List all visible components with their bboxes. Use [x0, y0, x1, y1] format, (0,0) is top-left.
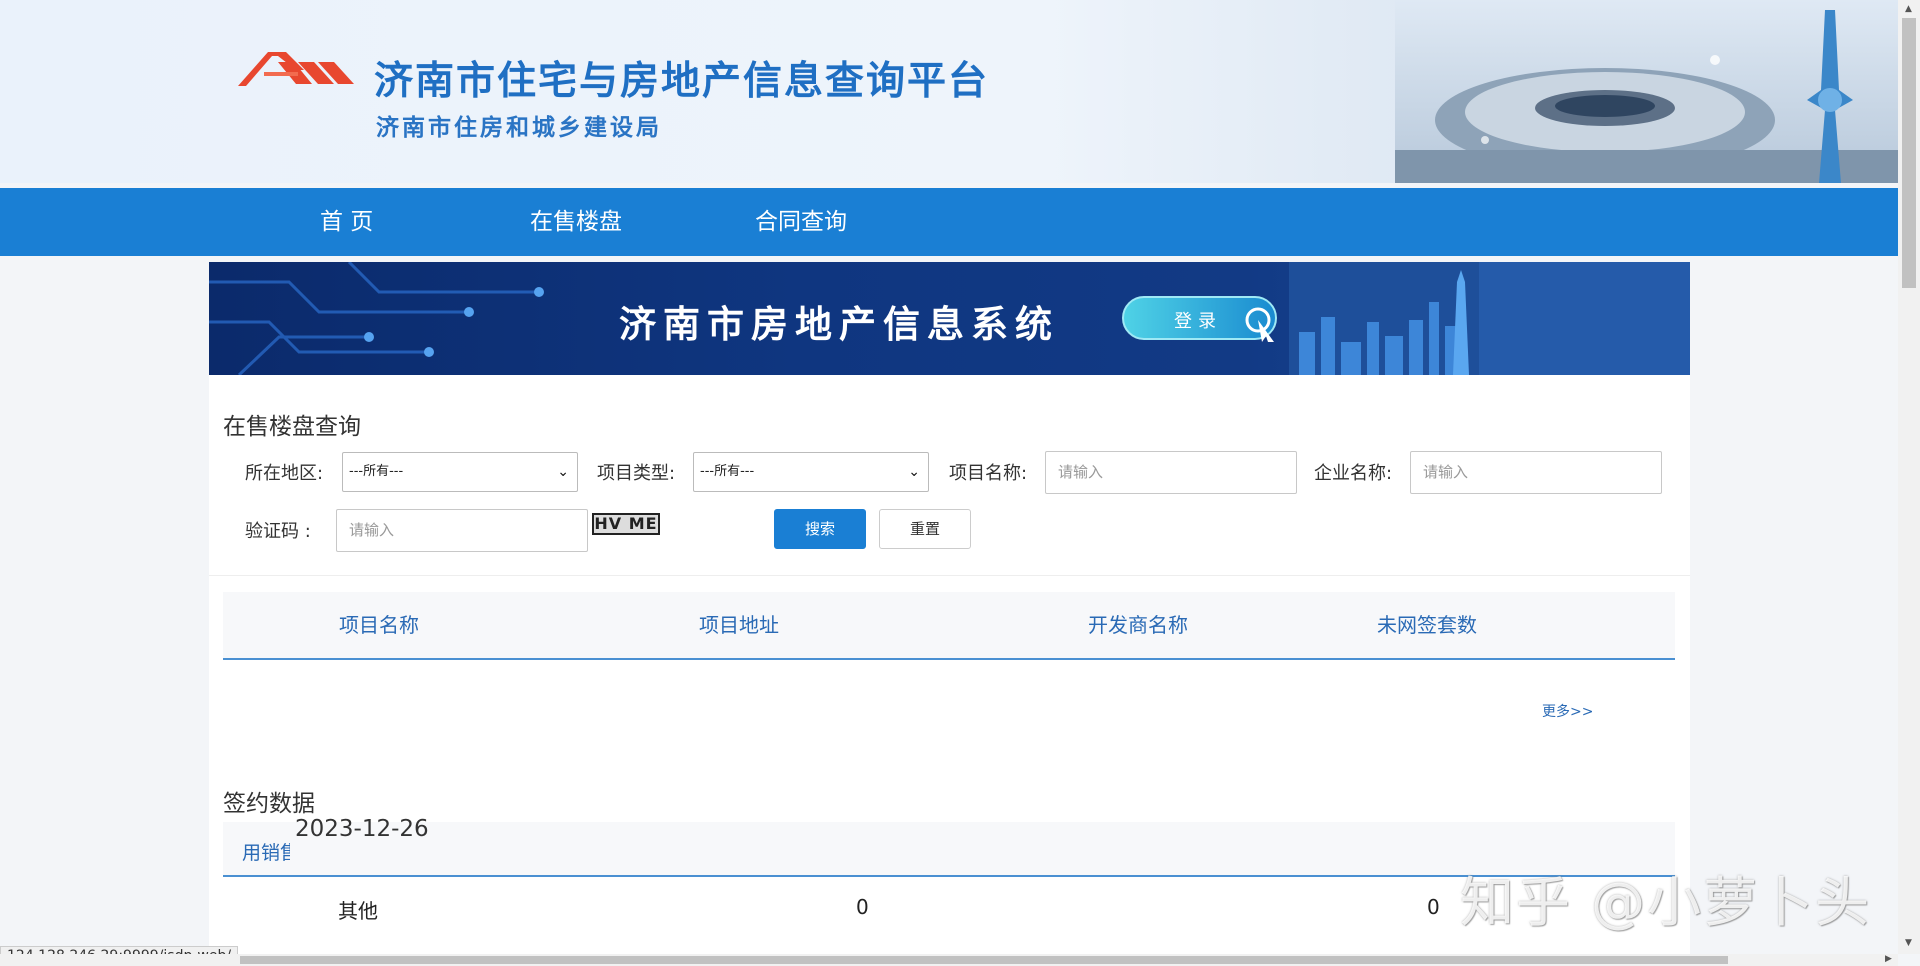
nav-item-contract-query[interactable]: 合同查询 [755, 188, 847, 256]
circuit-pattern-icon [209, 262, 544, 375]
main-nav: 首 页 在售楼盘 合同查询 [0, 188, 1898, 256]
chevron-down-icon: ⌄ [908, 464, 920, 480]
vertical-scrollbar[interactable]: ▲ ▼ [1898, 0, 1920, 954]
projects-table-header: 项目名称 项目地址 开发商名称 未网签套数 [223, 592, 1675, 660]
district-label: 所在地区: [245, 463, 324, 484]
district-select-value: ---所有--- [349, 464, 404, 479]
divider [209, 575, 1690, 576]
signing-row-value-1: 0 [856, 895, 869, 919]
company-label: 企业名称: [1314, 463, 1393, 484]
roof-logo-icon [238, 52, 354, 86]
site-header: 济南市住宅与房地产信息查询平台 济南市住房和城乡建设局 [0, 0, 1898, 183]
signing-row-value-2: 0 [1427, 895, 1440, 919]
reset-button[interactable]: 重置 [879, 509, 971, 549]
more-link[interactable]: 更多>> [1542, 701, 1593, 721]
vertical-scroll-thumb[interactable] [1902, 18, 1916, 288]
nav-item-home[interactable]: 首 页 [320, 188, 373, 256]
scroll-down-icon[interactable]: ▼ [1905, 938, 1912, 948]
column-header-developer: 开发商名称 [1088, 613, 1188, 637]
signing-row-category: 其他 [338, 899, 378, 923]
captcha-image[interactable]: HV ME [592, 513, 660, 535]
banner-title: 济南市房地产信息系统 [619, 303, 1059, 346]
column-header-project-name: 项目名称 [339, 613, 419, 637]
login-button-label: 登录 [1174, 311, 1222, 332]
type-select-value: ---所有--- [700, 464, 755, 479]
column-header-project-address: 项目地址 [699, 613, 779, 637]
district-select[interactable]: ---所有--- ⌄ [342, 452, 578, 492]
signing-header-partial: 用销售 [242, 842, 290, 864]
project-name-label: 项目名称: [949, 463, 1028, 484]
nav-item-on-sale[interactable]: 在售楼盘 [530, 188, 622, 256]
captcha-label: 验证码 : [245, 521, 311, 542]
scroll-up-icon[interactable]: ▲ [1905, 4, 1912, 14]
section-title-signing: 签约数据 [223, 791, 315, 817]
search-button[interactable]: 搜索 [774, 509, 866, 549]
captcha-input[interactable]: 请输入 [336, 509, 588, 552]
signing-table-header: 用销售 [223, 822, 1675, 877]
chevron-down-icon: ⌄ [557, 464, 569, 480]
signing-date: 2023-12-26 [295, 816, 429, 842]
type-select[interactable]: ---所有--- ⌄ [693, 452, 929, 492]
pointer-cursor-icon [1245, 307, 1274, 342]
column-header-unsigned-units: 未网签套数 [1377, 613, 1477, 637]
watermark: 知乎 @小萝卜头 [1460, 871, 1872, 934]
stadium-image [1395, 0, 1898, 183]
site-subtitle: 济南市住房和城乡建设局 [376, 115, 662, 141]
horizontal-scroll-thumb[interactable] [240, 956, 1728, 964]
scroll-right-icon[interactable]: ▶ [1885, 954, 1892, 964]
login-button[interactable]: 登录 [1122, 296, 1277, 342]
site-title: 济南市住宅与房地产信息查询平台 [374, 59, 990, 104]
system-banner: 济南市房地产信息系统 登录 [209, 262, 1690, 375]
project-name-input[interactable]: 请输入 [1045, 451, 1297, 494]
type-label: 项目类型: [597, 463, 676, 484]
section-title-on-sale: 在售楼盘查询 [223, 414, 361, 440]
city-skyline-image [1289, 262, 1690, 375]
horizontal-scrollbar[interactable]: ▶ [0, 954, 1898, 966]
company-name-input[interactable]: 请输入 [1410, 451, 1662, 494]
